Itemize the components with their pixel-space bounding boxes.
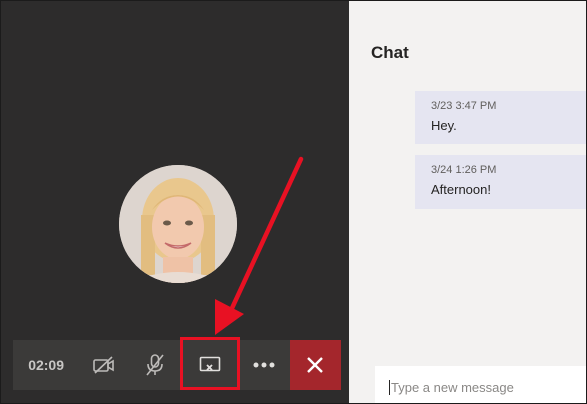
stop-sharing-button[interactable] (181, 340, 238, 390)
hang-up-icon (307, 357, 324, 373)
message-timestamp: 3/24 1:26 PM (431, 164, 497, 176)
stop-sharing-icon (199, 356, 220, 372)
chat-message[interactable]: 3/24 1:26 PM Afternoon! (415, 155, 586, 209)
mic-toggle-button[interactable] (130, 340, 181, 390)
more-options-button[interactable] (238, 340, 289, 390)
app-window: 02:09 Chat 3/23 3:47 PM Hey. 3/24 1:26 P… (0, 0, 587, 404)
message-text: Afternoon! (431, 182, 491, 197)
text-caret (389, 380, 390, 395)
hang-up-button[interactable] (289, 340, 341, 390)
more-options-icon (253, 362, 275, 368)
compose-message-input[interactable]: Type a new message (375, 366, 586, 403)
camera-toggle-button[interactable] (79, 340, 129, 390)
chat-message[interactable]: 3/23 3:47 PM Hey. (415, 91, 586, 144)
call-stage: 02:09 (1, 1, 349, 403)
participant-avatar[interactable] (119, 165, 237, 283)
compose-placeholder: Type a new message (391, 380, 514, 395)
video-off-icon (93, 356, 115, 374)
message-timestamp: 3/23 3:47 PM (431, 100, 497, 112)
chat-title: Chat (371, 43, 409, 62)
message-text: Hey. (431, 118, 457, 133)
call-controls-bar: 02:09 (13, 340, 341, 390)
mic-off-icon (146, 354, 164, 376)
call-timer: 02:09 (28, 357, 64, 373)
chat-panel: Chat 3/23 3:47 PM Hey. 3/24 1:26 PM Afte… (349, 1, 586, 403)
avatar-photo (119, 165, 237, 283)
